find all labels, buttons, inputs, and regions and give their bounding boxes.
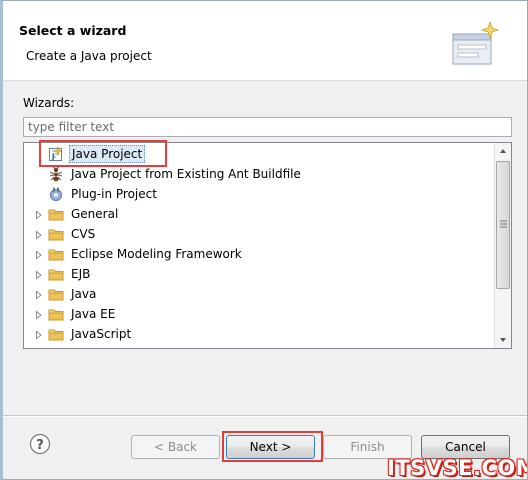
expand-arrow-icon[interactable] [34,229,44,240]
next-button[interactable]: Next > [226,435,315,459]
tree-item-label: Java [71,287,97,301]
back-button[interactable]: < Back [131,435,220,459]
tree-item-label: Eclipse Modeling Framework [71,247,242,261]
scroll-up-icon[interactable] [495,143,511,160]
expand-arrow-icon[interactable] [34,269,44,280]
tree-item-label: CVS [71,227,96,241]
tree-item-label: General [71,207,119,221]
tree-item[interactable]: Java EE [34,304,117,324]
expand-arrow-icon[interactable] [34,309,44,320]
tree-item[interactable]: EJB [34,264,92,284]
ant-icon [48,166,64,182]
expand-arrow-icon[interactable] [34,289,44,300]
wizard-dialog: Select a wizard Create a Java project Wi… [0,0,528,480]
folder-icon [48,246,64,262]
tree-item[interactable]: Java [34,284,98,304]
svg-text:J: J [51,153,55,161]
wizard-tree: J Java Project Java Project from Existing … [23,142,512,349]
page-title: Select a wizard [19,23,127,38]
tree-item[interactable]: CVS [34,224,97,244]
tree-scrollbar[interactable] [494,143,511,348]
expand-arrow-icon[interactable] [34,329,44,340]
tree-item[interactable]: JavaScript [34,324,133,344]
folder-icon [48,306,64,322]
svg-text:?: ? [36,438,44,453]
folder-icon [48,326,64,342]
filter-input[interactable] [23,117,512,137]
wizard-banner-icon [452,20,499,65]
folder-icon [48,206,64,222]
tree-item[interactable]: Plug-in Project [34,184,159,204]
help-icon[interactable]: ? [29,433,51,455]
expand-arrow-icon[interactable] [34,209,44,220]
tree-item-label: EJB [71,267,91,281]
tree-item-label: Java Project from Existing Ant Buildfile [71,167,301,181]
tree-item[interactable]: General [34,204,120,224]
tree-item-label: Java Project [69,145,146,163]
java-project-icon: J [48,146,64,162]
tree-item-label: Java EE [71,307,116,321]
wizard-header: Select a wizard Create a Java project [3,1,527,81]
grip-icon [500,220,507,228]
expand-arrow-icon[interactable] [34,249,44,260]
tree-item[interactable]: Eclipse Modeling Framework [34,244,244,264]
tree-item[interactable]: Java Project from Existing Ant Buildfile [34,164,303,184]
wizards-label: Wizards: [23,96,75,110]
page-description: Create a Java project [26,49,152,63]
button-bar-separator [3,415,527,417]
plugin-icon [48,186,64,202]
tree-item-label: Plug-in Project [71,187,157,201]
tree-item[interactable]: J Java Project [34,144,146,164]
scroll-thumb[interactable] [496,161,510,289]
folder-icon [48,226,64,242]
folder-icon [48,286,64,302]
tree-item-label: JavaScript [71,327,132,341]
folder-icon [48,266,64,282]
scroll-down-icon[interactable] [495,331,511,348]
watermark: ITSVSE.COM [387,456,528,480]
